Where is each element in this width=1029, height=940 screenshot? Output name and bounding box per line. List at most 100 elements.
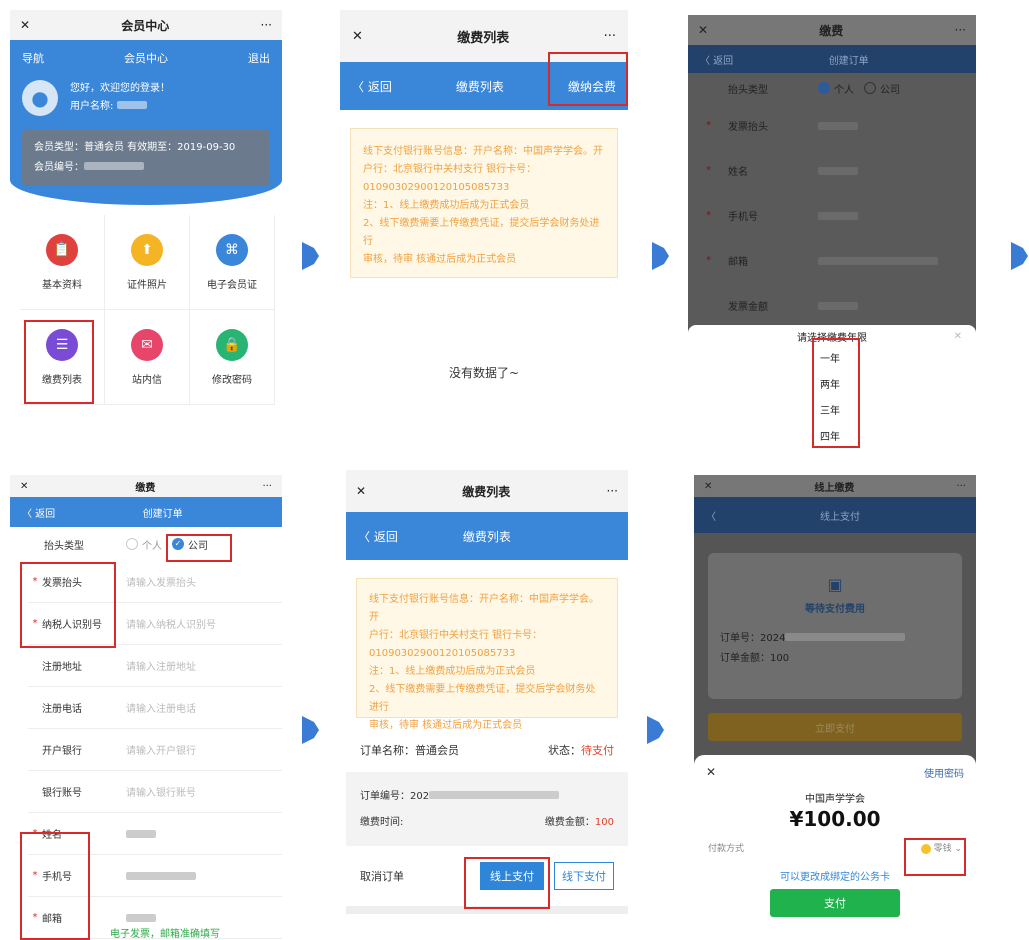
field-input[interactable]: 请输入发票抬头 (126, 574, 196, 589)
back-button[interactable]: 〈 返回 (352, 78, 392, 95)
header-title: 缴费列表 (462, 529, 511, 544)
back-button[interactable]: 〈 返回 (700, 52, 733, 67)
field-label: 发票抬头 (728, 122, 768, 133)
method-label: 付款方式 (708, 844, 745, 854)
member-info-card: 会员类型：普通会员 有效期至：2019-09-30 会员编号： (22, 130, 270, 186)
field-value-blurred[interactable] (818, 121, 858, 130)
field-label: 开户银行 (42, 746, 82, 757)
field-value-blurred[interactable] (818, 301, 858, 310)
field-value-blurred[interactable] (818, 211, 858, 220)
top-bar: ✕ 缴费 ··· (688, 15, 976, 45)
feature-icon: ⌘ (216, 233, 248, 266)
grid-item[interactable]: 🔒 修改密码 (190, 310, 275, 405)
radio-personal[interactable] (818, 82, 830, 94)
order-number: 订单号：2024 (720, 633, 786, 644)
form-row: * 发票抬头 (688, 103, 976, 148)
pay-button[interactable]: 支付 (770, 889, 900, 917)
feature-icon: 📋 (46, 233, 78, 266)
notice-line: 01090302900120105085733 (369, 648, 516, 659)
radio-personal-label: 个人 (142, 540, 162, 552)
field-value-blurred[interactable] (818, 166, 858, 175)
close-icon[interactable]: ✕ (698, 23, 708, 37)
use-password-link[interactable]: 使用密码 (924, 765, 964, 780)
field-input[interactable]: 请输入注册地址 (126, 658, 196, 673)
field-input[interactable] (126, 829, 156, 838)
grid-item[interactable]: 📋 基本资料 (20, 215, 105, 310)
username-label: 用户名称: (70, 101, 114, 112)
nav-bar: 〈 线上支付 (694, 497, 976, 533)
back-button[interactable]: 〈 返回 (358, 528, 398, 545)
amount-label: 缴费金额： (544, 817, 595, 828)
payment-summary-card: ▣ 等待支付费用 订单号：2024 订单金额：100 (708, 553, 962, 699)
close-icon[interactable]: ✕ (20, 18, 30, 32)
more-icon[interactable]: ··· (262, 481, 272, 492)
header-title: 创建订单 (142, 508, 183, 520)
more-icon[interactable]: ··· (261, 18, 272, 32)
field-input[interactable]: 请输入注册电话 (126, 700, 196, 715)
order-no-blurred (429, 791, 560, 799)
page-title: 缴费列表 (457, 30, 510, 46)
grid-item[interactable]: ✉ 站内信 (105, 310, 190, 405)
close-icon[interactable]: ✕ (954, 331, 962, 342)
close-icon[interactable]: ✕ (356, 484, 366, 498)
page-title: 线上缴费 (814, 482, 855, 494)
page-title: 缴费 (135, 482, 156, 494)
screen-payment-list-order: ✕ 缴费列表 ··· 〈 返回 缴费列表 线下支付银行账号信息：开户名称：中国声… (346, 470, 628, 920)
member-header: 导航 会员中心 退出 ● 您好，欢迎您的登录！ 用户名称: 会员类型：普通会员 … (10, 40, 282, 205)
logout-link[interactable]: 退出 (248, 50, 270, 66)
status-label: 状态： (548, 744, 581, 757)
cancel-order-button[interactable]: 取消订单 (360, 868, 480, 884)
back-icon[interactable]: 〈 (706, 508, 716, 523)
form-row: * 手机号 (688, 193, 976, 238)
status-badge: 待支付 (581, 744, 614, 757)
radio-personal[interactable] (126, 538, 138, 550)
more-icon[interactable]: ··· (607, 484, 618, 498)
offline-pay-button[interactable]: 线下支付 (554, 862, 614, 890)
field-input[interactable]: 请输入银行账号 (126, 784, 196, 799)
feature-icon: 🔒 (216, 328, 248, 361)
order-amount: 订单金额：100 (720, 653, 790, 664)
notice-line: 线下支付银行账号信息：开户名称：中国声学学会。开 (363, 146, 603, 157)
field-input[interactable]: 请输入开户银行 (126, 742, 196, 757)
more-icon[interactable]: ··· (955, 23, 966, 37)
nav-bar: 〈 返回 缴费列表 (346, 512, 628, 560)
field-label: 注册地址 (42, 662, 82, 673)
highlight-year-options (812, 338, 860, 448)
pay-now-button[interactable]: 立即支付 (708, 713, 962, 741)
close-icon[interactable]: ✕ (704, 481, 712, 492)
order-name: 订单名称：普通会员 (360, 744, 459, 757)
arrow-right-icon (647, 716, 664, 744)
grid-item-label: 基本资料 (42, 279, 82, 291)
form-row: 银行账号 请输入银行账号 (28, 771, 282, 813)
header-title: 会员中心 (124, 52, 168, 65)
grid-item[interactable]: ⬆ 证件照片 (105, 215, 190, 310)
empty-text: 没有数据了~ (448, 366, 520, 380)
order-number-blurred (785, 633, 906, 641)
close-icon[interactable]: ✕ (706, 765, 716, 780)
field-input[interactable] (126, 913, 156, 922)
arrow-right-icon (1011, 242, 1028, 270)
back-button[interactable]: 〈 返回 (22, 505, 55, 520)
form-row: 开户银行 请输入开户银行 (28, 729, 282, 771)
radio-company[interactable] (864, 82, 876, 94)
close-icon[interactable]: ✕ (352, 29, 363, 44)
grid-item[interactable]: ⌘ 电子会员证 (190, 215, 275, 310)
notice-line: 审核，待审 核通过后成为正式会员 (363, 254, 517, 265)
field-input[interactable] (126, 871, 196, 880)
header-title: 缴费列表 (455, 79, 504, 94)
field-label: 银行账号 (42, 788, 82, 799)
field-value-blurred[interactable] (818, 256, 938, 265)
form-row: 发票金额 (688, 283, 976, 328)
nav-bar: 〈 返回 创建订单 (688, 45, 976, 73)
amount-value: 100 (594, 817, 614, 828)
bank-info-notice: 线下支付银行账号信息：开户名称：中国声学学会。开 户行：北京银行中关村支行 银行卡… (356, 578, 618, 731)
nav-link[interactable]: 导航 (22, 50, 44, 66)
notice-line: 户行：北京银行中关村支行 银行卡号： (363, 164, 537, 175)
grid-item-label: 站内信 (132, 374, 162, 386)
close-icon[interactable]: ✕ (20, 481, 28, 492)
field-input[interactable]: 请输入纳税人识别号 (126, 616, 216, 631)
waiting-text: 等待支付费用 (805, 604, 865, 615)
notice-line: 线下支付银行账号信息：开户名称：中国声学学会。开 (369, 594, 599, 623)
more-icon[interactable]: ··· (956, 481, 966, 492)
more-icon[interactable]: ··· (604, 29, 616, 44)
